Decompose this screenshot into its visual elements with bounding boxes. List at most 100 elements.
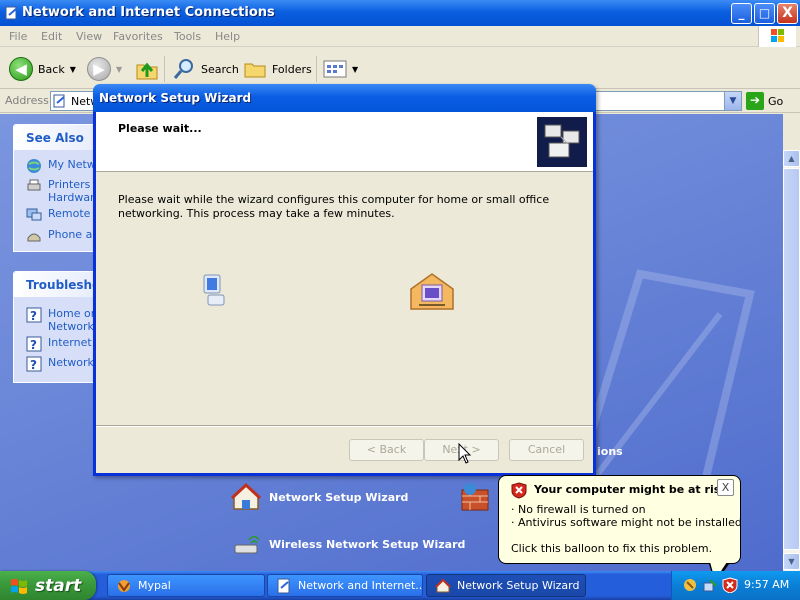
remote-desktop-icon [26,208,42,221]
close-button[interactable]: X [777,3,798,24]
standard-toolbar: ◀ Back ▼ ▶ ▼ Search Folders ▼ [0,48,800,89]
wizard-divider [96,425,593,427]
go-label: Go [768,94,784,108]
wireless-setup-wizard-label: Wireless Network Setup Wizard [269,537,466,551]
dropdown-icon: ▼ [352,64,359,74]
firewall-icon [461,483,489,511]
network-setup-wizard-dialog: Network Setup Wizard Please wait... Plea… [93,84,596,476]
wizard-title-bar[interactable]: Network Setup Wizard [93,84,596,112]
explorer-title-bar[interactable]: Network and Internet Connections _ □ X [0,0,800,26]
help-icon: ? [26,336,42,352]
globe-icon [27,159,41,173]
partial-task-label[interactable]: ions [597,445,623,458]
taskbar: start Mypal Network and Internet... Netw… [0,571,800,600]
wizard-description: Please wait while the wizard configures … [118,193,550,220]
menu-edit[interactable]: Edit [41,30,62,43]
wireless-adapter-icon [234,535,260,554]
scroll-up-icon[interactable]: ▲ [783,150,800,167]
mouse-cursor-icon [458,443,472,464]
balloon-antivirus-line: · Antivirus software might not be instal… [511,516,742,529]
scroll-down-icon[interactable]: ▼ [783,553,800,570]
home-network-icon [435,578,451,592]
views-button[interactable]: ▼ [323,55,358,83]
home-network-icon [231,482,261,510]
start-label: start [35,575,82,596]
task-network-connections[interactable]: Network and Internet... [267,574,423,597]
svg-text:?: ? [30,358,37,372]
wireless-setup-wizard-link[interactable]: Wireless Network Setup Wizard [231,529,465,559]
help-icon: ? [26,356,42,372]
computer-icon [203,274,225,306]
balloon-title: Your computer might be at risk [534,483,728,496]
wizard-heading: Please wait... [118,122,202,135]
network-folder-icon [53,94,65,108]
wizard-header: Please wait... [96,112,593,172]
clock: 9:57 AM [744,578,790,591]
network-setup-wizard-label: Network Setup Wizard [269,490,409,504]
network-tray-icon[interactable] [702,577,718,593]
up-folder-button[interactable] [135,55,159,83]
phone-icon [27,233,41,242]
search-label: Search [201,62,239,76]
minimize-button[interactable]: _ [731,3,752,24]
security-shield-icon[interactable] [722,577,738,593]
network-folder-icon [277,578,290,593]
dropdown-icon: ▼ [116,64,123,74]
search-icon [173,59,193,79]
folders-label: Folders [272,62,312,76]
go-arrow-icon: ➔ [746,92,764,110]
menu-bar: File Edit View Favorites Tools Help [0,26,800,47]
menu-tools[interactable]: Tools [174,30,201,43]
svg-text:?: ? [30,309,37,323]
system-tray: 9:57 AM [671,571,800,600]
views-icon [323,60,347,78]
forward-arrow-icon: ▶ [87,57,111,81]
printer-icon [27,179,41,191]
toolbar-separator [316,56,317,82]
network-setup-wizard-link[interactable]: Network Setup Wizard [231,482,408,512]
networked-computers-icon [537,117,587,167]
security-shield-icon [511,482,527,499]
dropdown-icon: ▼ [69,64,76,74]
task-mypal-label: Mypal [138,579,171,592]
go-button[interactable]: ➔ Go [746,91,783,111]
windows-logo-icon [758,26,796,47]
search-button[interactable]: Search [172,55,239,83]
mypal-browser-icon [118,579,130,592]
address-dropdown-button[interactable]: ▼ [724,92,741,110]
back-button[interactable]: < Back [349,439,424,461]
scroll-thumb[interactable] [783,168,800,550]
vertical-scrollbar[interactable]: ▲ ▼ [783,150,800,571]
balloon-firewall-line: · No firewall is turned on [511,503,646,516]
back-label: Back [38,62,65,76]
start-button[interactable]: start [0,571,96,600]
balloon-action-text: Click this balloon to fix this problem. [511,542,713,555]
folders-icon [244,63,266,78]
task-mypal[interactable]: Mypal [107,574,265,597]
tray-app-icon[interactable] [682,577,698,593]
menu-favorites[interactable]: Favorites [113,30,163,43]
svg-text:?: ? [30,338,37,352]
balloon-close-button[interactable]: X [717,479,734,496]
help-icon: ? [26,307,42,323]
toolbar-separator [164,56,165,82]
wizard-title: Network Setup Wizard [99,91,252,105]
security-alert-balloon[interactable]: Your computer might be at risk X · No fi… [498,475,742,584]
cancel-button[interactable]: Cancel [509,439,584,461]
menu-help[interactable]: Help [215,30,240,43]
menu-file[interactable]: File [9,30,27,43]
back-button[interactable]: ◀ Back ▼ [9,55,76,83]
home-network-icon [410,273,454,310]
forward-button[interactable]: ▶ ▼ [87,55,122,83]
back-arrow-icon: ◀ [9,57,33,81]
task-network-connections-label: Network and Internet... [298,579,423,592]
folders-button[interactable]: Folders [243,55,312,83]
menu-view[interactable]: View [76,30,102,43]
windows-flag-icon [11,578,27,594]
explorer-title: Network and Internet Connections [22,5,275,20]
address-label: Address [5,94,49,107]
task-network-setup-wizard-label: Network Setup Wizard [457,579,580,592]
maximize-button[interactable]: □ [754,3,775,24]
up-folder-icon [136,62,158,80]
task-network-setup-wizard[interactable]: Network Setup Wizard [426,574,586,597]
